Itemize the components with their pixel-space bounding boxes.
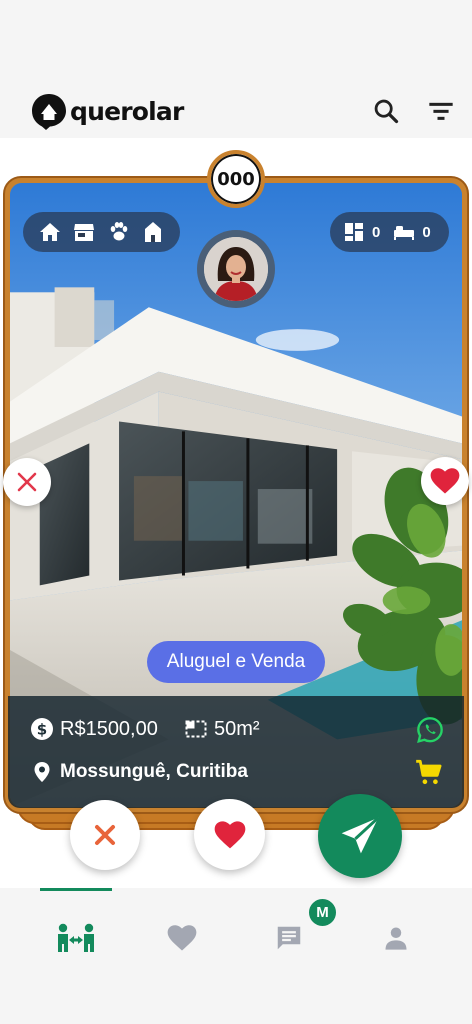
tab-favorites[interactable] <box>123 888 241 988</box>
owner-photo <box>204 237 268 301</box>
heart-icon <box>167 925 197 951</box>
deal-type-tag: Aluguel e Venda <box>147 641 325 683</box>
heart-icon <box>214 820 245 848</box>
pet-icon <box>110 222 127 241</box>
house-icon <box>40 223 61 241</box>
rooms-pill: 0 0 <box>330 212 449 252</box>
logo-mark-icon <box>32 94 66 130</box>
tab-match[interactable] <box>17 888 135 988</box>
dislike-button[interactable] <box>70 800 140 870</box>
price: R$1500,00 <box>60 717 158 740</box>
area-row: 50m² <box>184 717 260 741</box>
dollar-icon: $ <box>31 718 53 740</box>
close-icon <box>17 472 37 492</box>
brand-name: querolar <box>70 96 184 126</box>
card-counter: 000 <box>207 150 265 208</box>
match-icon <box>58 923 94 952</box>
messages-badge: M <box>307 897 338 928</box>
send-icon <box>341 816 380 854</box>
area: 50m² <box>214 717 260 740</box>
tab-profile[interactable] <box>337 888 455 988</box>
whatsapp-icon[interactable] <box>416 716 444 744</box>
location: Mossunguê, Curitiba <box>60 761 248 782</box>
property-info-panel: $ R$1500,00 50m² Mossunguê, Curitiba <box>8 696 464 808</box>
brand-logo[interactable]: querolar <box>30 92 184 130</box>
close-icon <box>95 825 115 845</box>
store-icon <box>74 224 95 241</box>
area-icon <box>185 720 207 738</box>
like-side-button[interactable] <box>421 457 469 505</box>
property-type-pill <box>23 212 180 252</box>
bedroom-count: 0 <box>422 223 431 241</box>
like-button[interactable] <box>194 799 265 870</box>
building-icon <box>144 222 161 242</box>
heart-icon <box>430 468 460 494</box>
svg-text:$: $ <box>37 721 47 739</box>
dislike-side-button[interactable] <box>3 458 51 506</box>
chat-icon <box>277 926 301 950</box>
send-button[interactable] <box>318 794 402 878</box>
floorplan-icon <box>345 223 363 241</box>
location-row: Mossunguê, Curitiba <box>30 760 248 784</box>
app-header: querolar <box>0 0 472 138</box>
price-row: $ R$1500,00 <box>30 717 158 741</box>
filter-icon[interactable] <box>427 97 455 125</box>
owner-avatar[interactable] <box>197 230 275 308</box>
person-icon <box>385 927 407 950</box>
location-pin-icon <box>34 762 50 782</box>
room-count: 0 <box>372 223 381 241</box>
bottom-tab-bar <box>0 888 472 1024</box>
cart-icon[interactable] <box>415 759 443 787</box>
search-icon[interactable] <box>372 97 400 125</box>
bed-icon <box>394 226 415 240</box>
